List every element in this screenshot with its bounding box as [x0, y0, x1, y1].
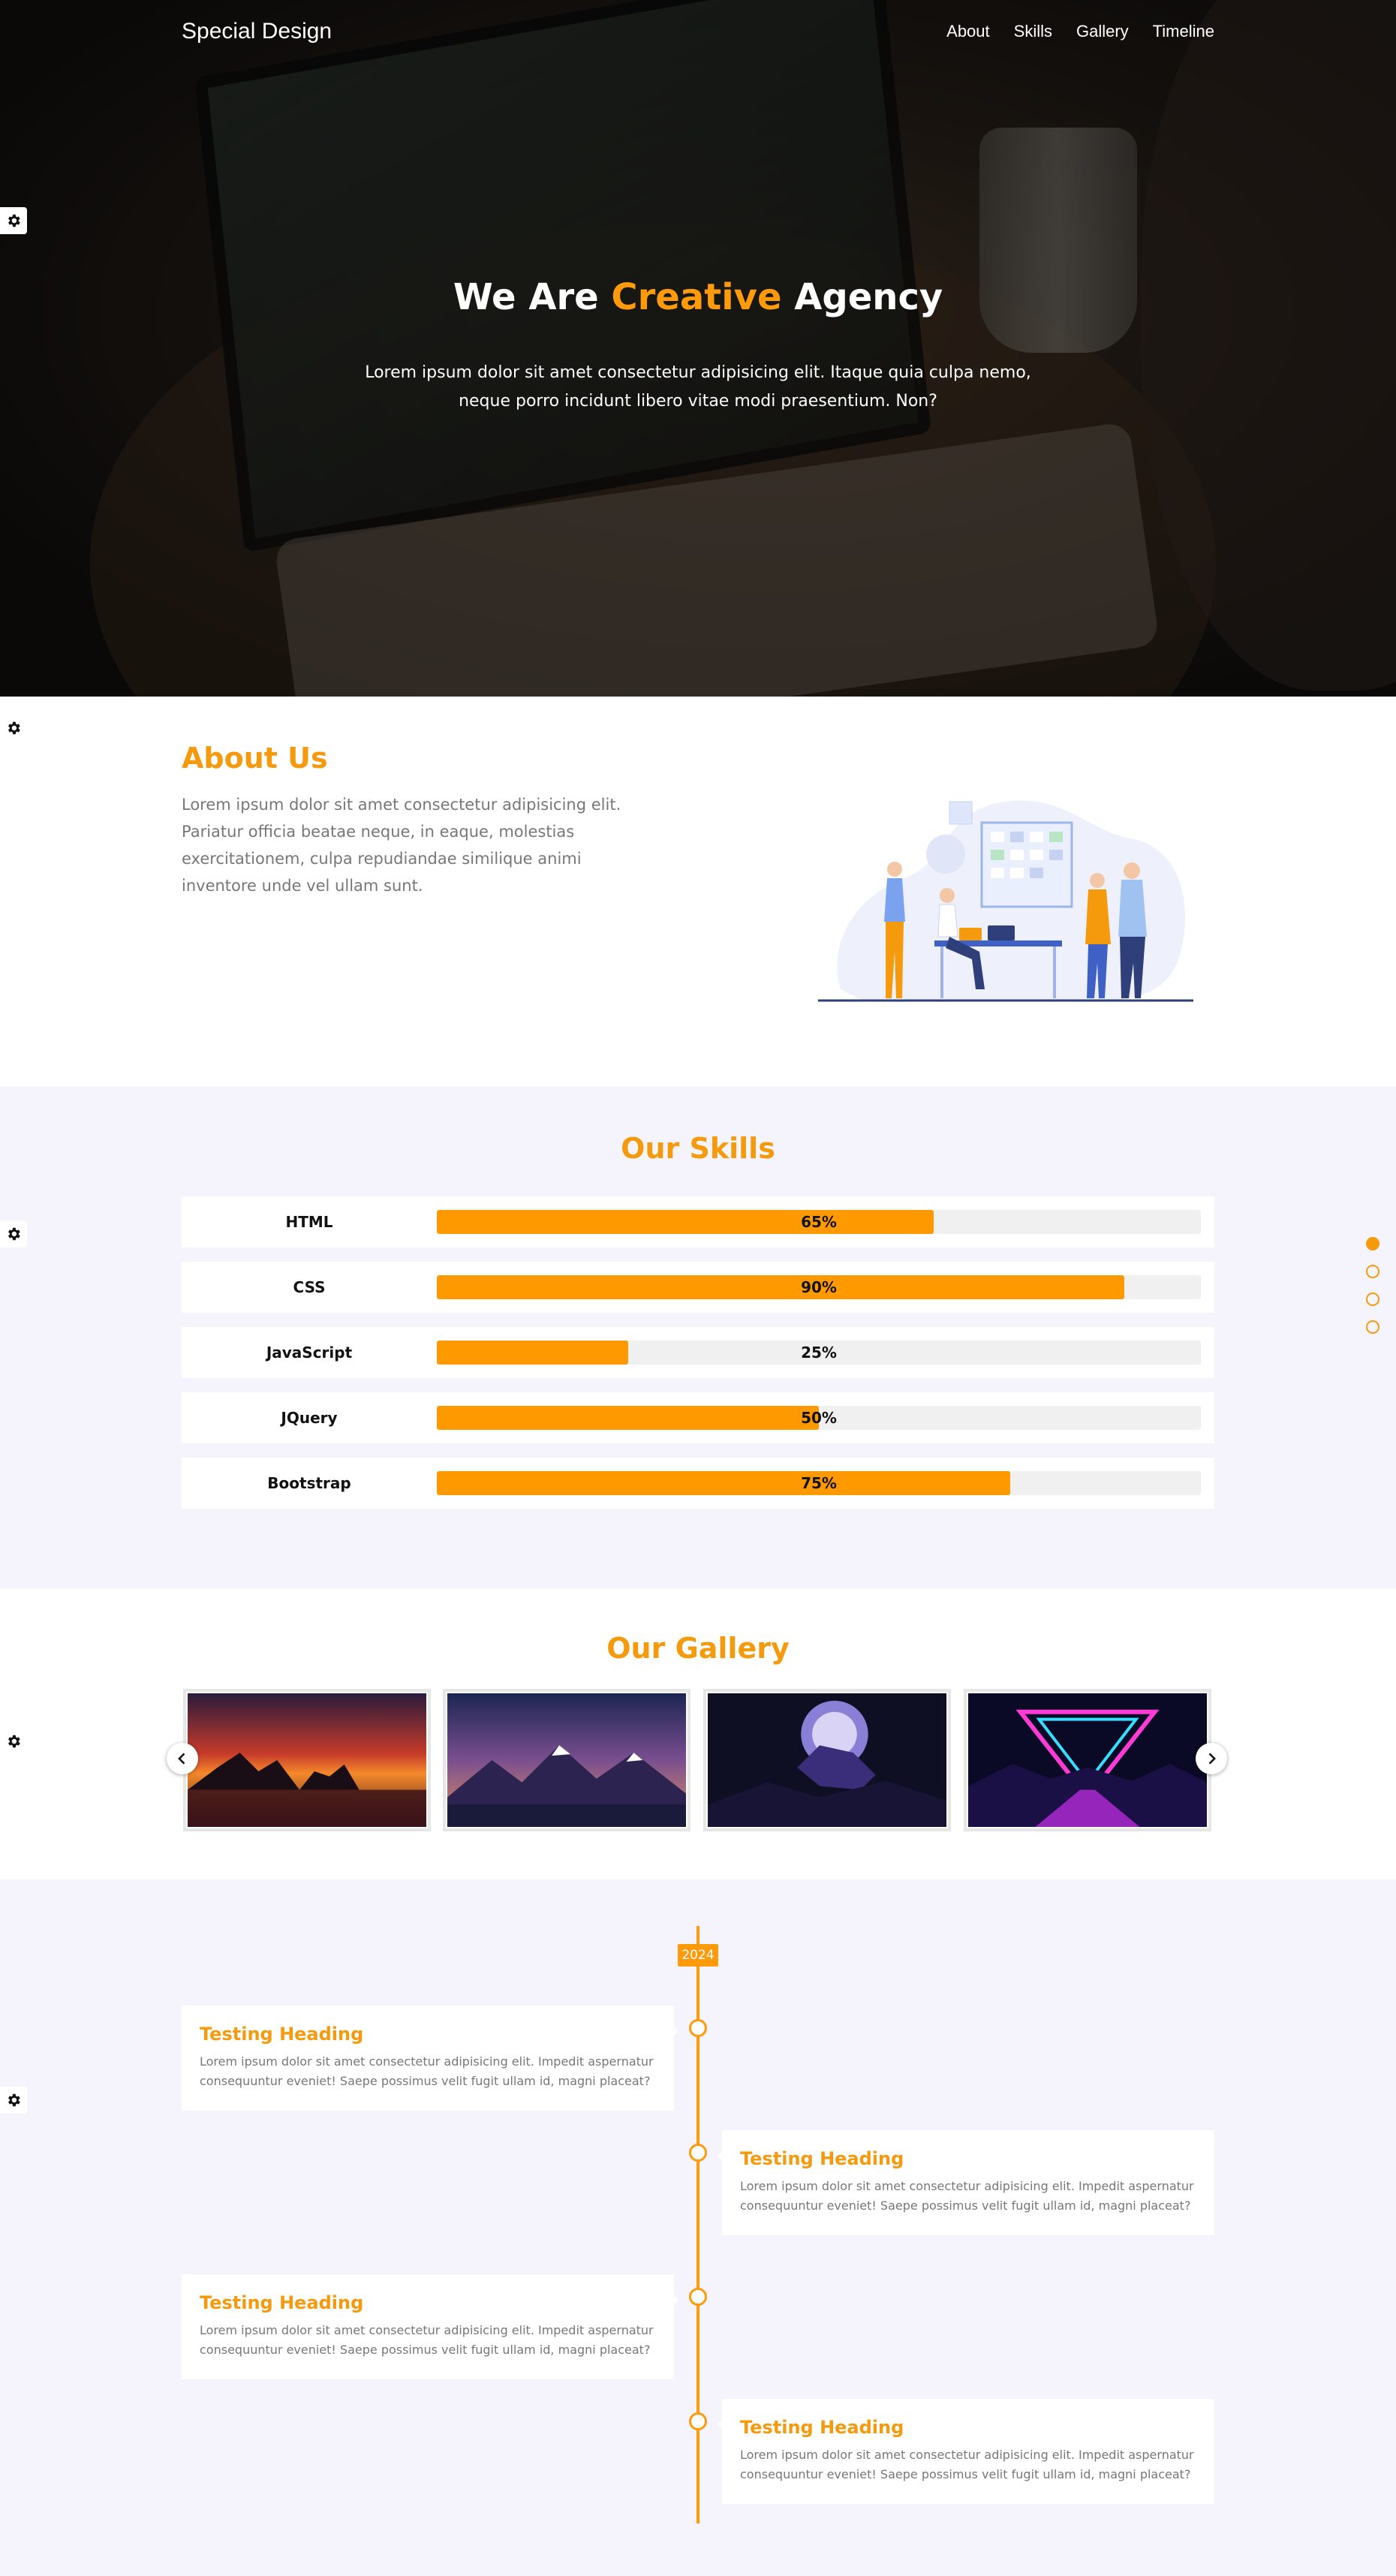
skill-percent: 50% [801, 1409, 837, 1427]
skill-progress-track: 65% [437, 1210, 1201, 1234]
timeline-card-text: Lorem ipsum dolor sit amet consectetur a… [740, 2179, 1194, 2213]
hero-subtitle: Lorem ipsum dolor sit amet consectetur a… [365, 363, 1031, 411]
skill-progress-track: 90% [437, 1275, 1201, 1299]
timeline-dot [689, 2144, 707, 2162]
gallery-image[interactable] [443, 1689, 690, 1831]
timeline-card-text: Lorem ipsum dolor sit amet consectetur a… [200, 2054, 654, 2088]
timeline-year-badge: 2024 [678, 1944, 718, 1967]
timeline-card: Testing Heading Lorem ipsum dolor sit am… [718, 2399, 1214, 2504]
bullet-timeline[interactable] [1366, 1320, 1379, 1334]
gear-icon [8, 214, 20, 227]
gallery-section: Our Gallery [0, 1588, 1396, 1879]
timeline-card-text: Lorem ipsum dolor sit amet consectetur a… [200, 2323, 654, 2357]
gear-icon [8, 2093, 20, 2107]
gallery-title: Our Gallery [606, 1632, 790, 1665]
hero-title-accent: Creative [611, 276, 782, 318]
chevron-right-icon [1208, 1753, 1216, 1765]
chevron-left-icon [178, 1753, 185, 1765]
skill-row: JQuery 50% [182, 1392, 1214, 1443]
settings-gear-button[interactable] [0, 1220, 27, 1247]
sunset-sea-image [188, 1693, 426, 1827]
skill-progress-track: 75% [437, 1471, 1201, 1495]
timeline-card: Testing Heading Lorem ipsum dolor sit am… [182, 2274, 678, 2379]
bullet-about[interactable] [1366, 1237, 1379, 1250]
settings-gear-button[interactable] [0, 207, 27, 234]
about-title: About Us [182, 742, 328, 775]
timeline-card: Testing Heading Lorem ipsum dolor sit am… [182, 2006, 678, 2111]
skill-name: CSS [293, 1278, 326, 1296]
gallery-image[interactable] [703, 1689, 951, 1831]
skills-title: Our Skills [621, 1132, 775, 1165]
hero-title: We Are Creative Agency [0, 276, 1396, 318]
skill-percent: 90% [801, 1278, 837, 1296]
skill-percent: 25% [801, 1344, 837, 1362]
hero-title-after: Agency [781, 276, 943, 318]
hero-section: Special Design About Skills Gallery Time… [0, 0, 1396, 697]
nav-links: About Skills Gallery Timeline [946, 22, 1214, 41]
timeline-dot [689, 2412, 707, 2430]
about-text: Lorem ipsum dolor sit amet consectetur a… [182, 796, 621, 895]
timeline-line [696, 1926, 700, 2523]
gear-icon [8, 1735, 20, 1748]
timeline-dot [689, 2288, 707, 2306]
skill-percent: 75% [801, 1474, 837, 1492]
timeline-card-heading: Testing Heading [200, 2024, 364, 2045]
team-illustration [818, 800, 1193, 1002]
settings-gear-button[interactable] [0, 715, 27, 742]
skill-name: JQuery [281, 1409, 338, 1427]
space-astronaut-image [708, 1693, 946, 1827]
nav-link-about[interactable]: About [946, 22, 990, 41]
hero-title-before: We Are [453, 276, 612, 318]
neon-triangle-image [968, 1693, 1207, 1827]
section-bullets [1366, 1237, 1381, 1348]
about-section: About Us Lorem ipsum dolor sit amet cons… [0, 697, 1396, 1087]
timeline-card: Testing Heading Lorem ipsum dolor sit am… [718, 2130, 1214, 2235]
nav-link-gallery[interactable]: Gallery [1076, 22, 1129, 41]
skill-row: JavaScript 25% [182, 1327, 1214, 1378]
skill-progress-track: 25% [437, 1341, 1201, 1365]
settings-gear-button[interactable] [0, 2087, 27, 2114]
timeline-card-text: Lorem ipsum dolor sit amet consectetur a… [740, 2448, 1194, 2481]
timeline-card-heading: Testing Heading [200, 2292, 364, 2313]
skills-section: Our Skills HTML 65% CSS 90% JavaScript 2… [0, 1087, 1396, 1588]
timeline-card-heading: Testing Heading [740, 2148, 904, 2169]
timeline-dot [689, 2019, 707, 2037]
timeline-card-heading: Testing Heading [740, 2417, 904, 2438]
skill-row: CSS 90% [182, 1262, 1214, 1313]
nav-link-timeline[interactable]: Timeline [1153, 22, 1214, 41]
skill-name: Bootstrap [267, 1474, 351, 1492]
brand-logo[interactable]: Special Design [182, 19, 332, 44]
timeline-section: 2024 Testing Heading Lorem ipsum dolor s… [0, 1879, 1396, 2576]
skill-progress-track: 50% [437, 1406, 1201, 1430]
nav-link-skills[interactable]: Skills [1014, 22, 1052, 41]
gallery-prev-button[interactable] [167, 1743, 198, 1774]
bullet-skills[interactable] [1366, 1265, 1379, 1278]
settings-gear-button[interactable] [0, 1728, 27, 1755]
mountains-image [447, 1693, 686, 1827]
hero-overlay [0, 0, 1396, 697]
skill-percent: 65% [801, 1213, 837, 1231]
top-navigation: Special Design About Skills Gallery Time… [182, 17, 1214, 47]
gear-icon [8, 1227, 20, 1241]
skill-name: JavaScript [266, 1344, 353, 1362]
gallery-image[interactable] [964, 1689, 1211, 1831]
bullet-gallery[interactable] [1366, 1293, 1379, 1306]
skill-name: HTML [285, 1213, 333, 1231]
skill-row: HTML 65% [182, 1196, 1214, 1247]
gallery-image[interactable] [183, 1689, 431, 1831]
skill-row: Bootstrap 75% [182, 1458, 1214, 1509]
gallery-next-button[interactable] [1196, 1743, 1227, 1774]
gear-icon [8, 721, 20, 735]
